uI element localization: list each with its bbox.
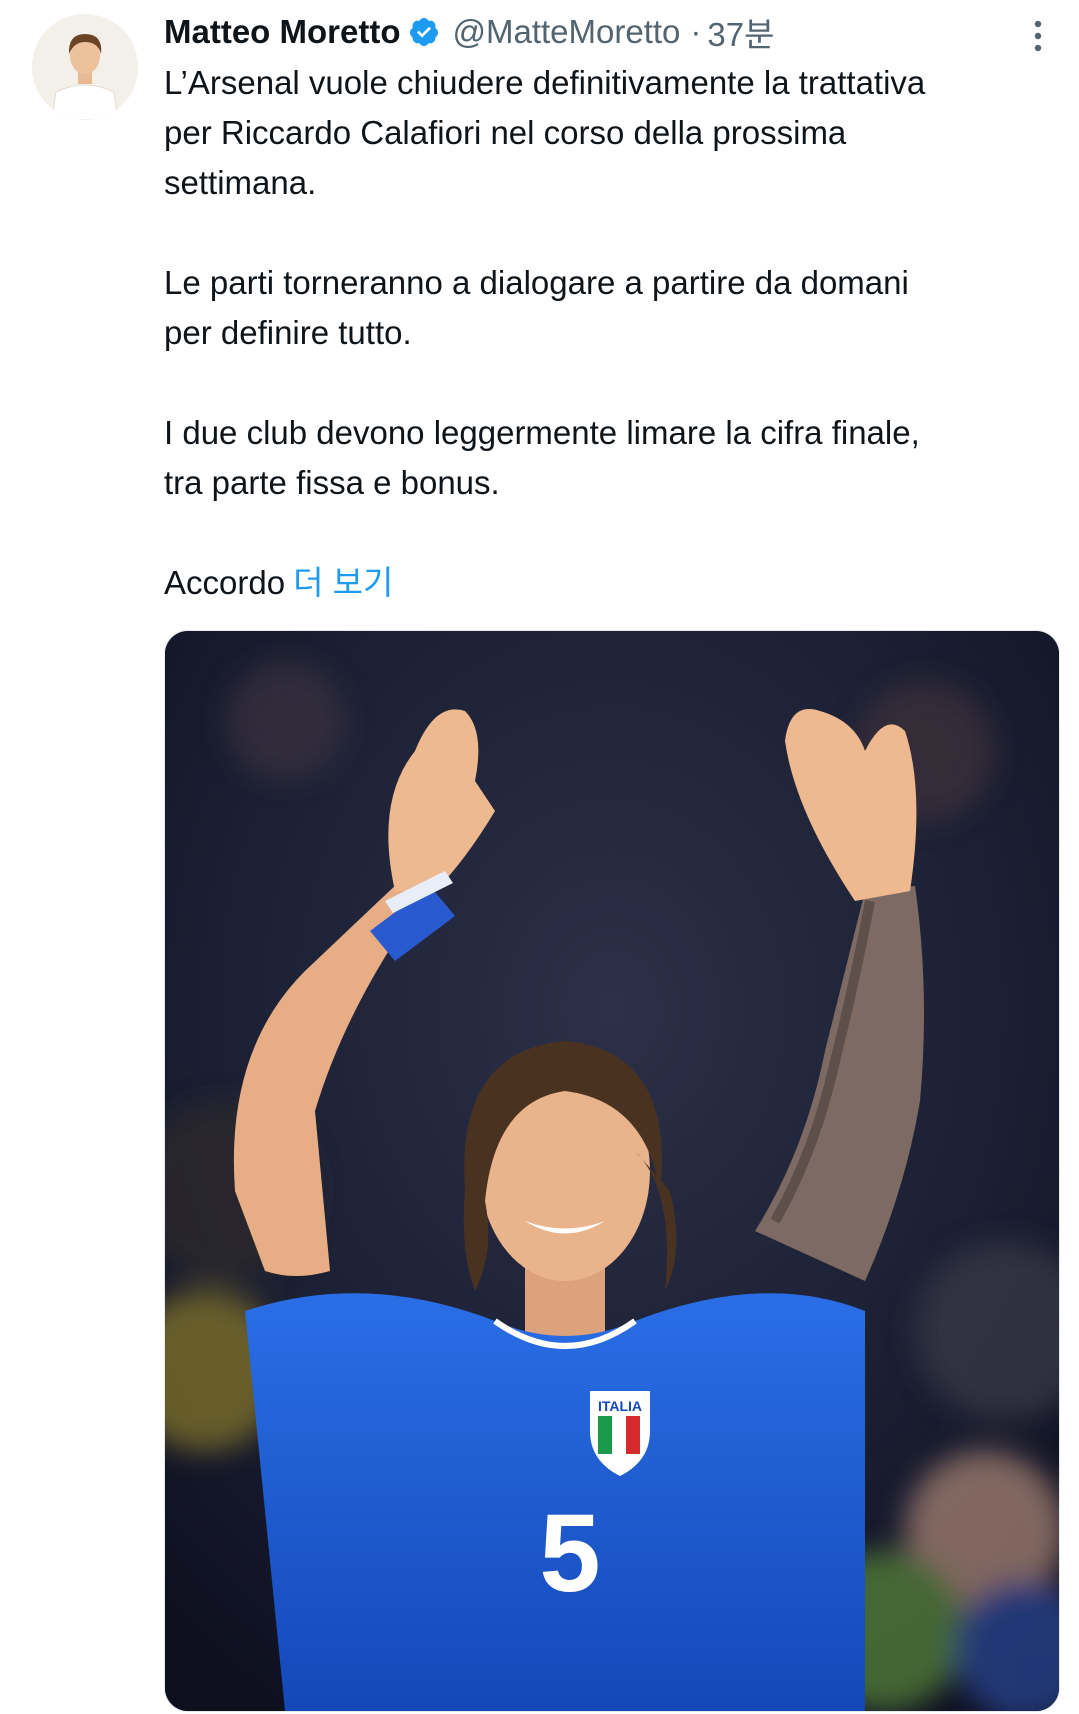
tweet-header: Matteo Moretto @MatteMoretto · 37분 [164, 10, 774, 54]
tweet-paragraph: Le parti torneranno a dialogare a partir… [164, 264, 909, 351]
see-more-link[interactable]: 더 보기 [293, 564, 393, 601]
tweet-truncated-line: Accordo 더 보기 [164, 558, 1064, 608]
tweet-photo[interactable]: ITALIA 5 [164, 630, 1060, 1712]
tweet-text: L’Arsenal vuole chiudere definitivamente… [164, 58, 1064, 608]
separator-dot: · [690, 13, 702, 50]
crest-text: ITALIA [598, 1398, 642, 1414]
author-handle[interactable]: @MatteMoretto [452, 13, 680, 51]
jersey-number: 5 [539, 1492, 600, 1615]
avatar[interactable] [32, 14, 138, 120]
verified-badge-icon [408, 16, 440, 48]
truncated-text: Accordo [164, 564, 286, 601]
tweet[interactable]: Matteo Moretto @MatteMoretto · 37분 L’Ars… [0, 0, 1079, 1714]
more-options-icon[interactable] [1020, 16, 1056, 56]
author-display-name[interactable]: Matteo Moretto [164, 13, 400, 51]
tweet-paragraph: I due club devono leggermente limare la … [164, 414, 920, 501]
tweet-timestamp[interactable]: 37분 [707, 8, 774, 56]
tweet-paragraph: L’Arsenal vuole chiudere definitivamente… [164, 64, 926, 201]
